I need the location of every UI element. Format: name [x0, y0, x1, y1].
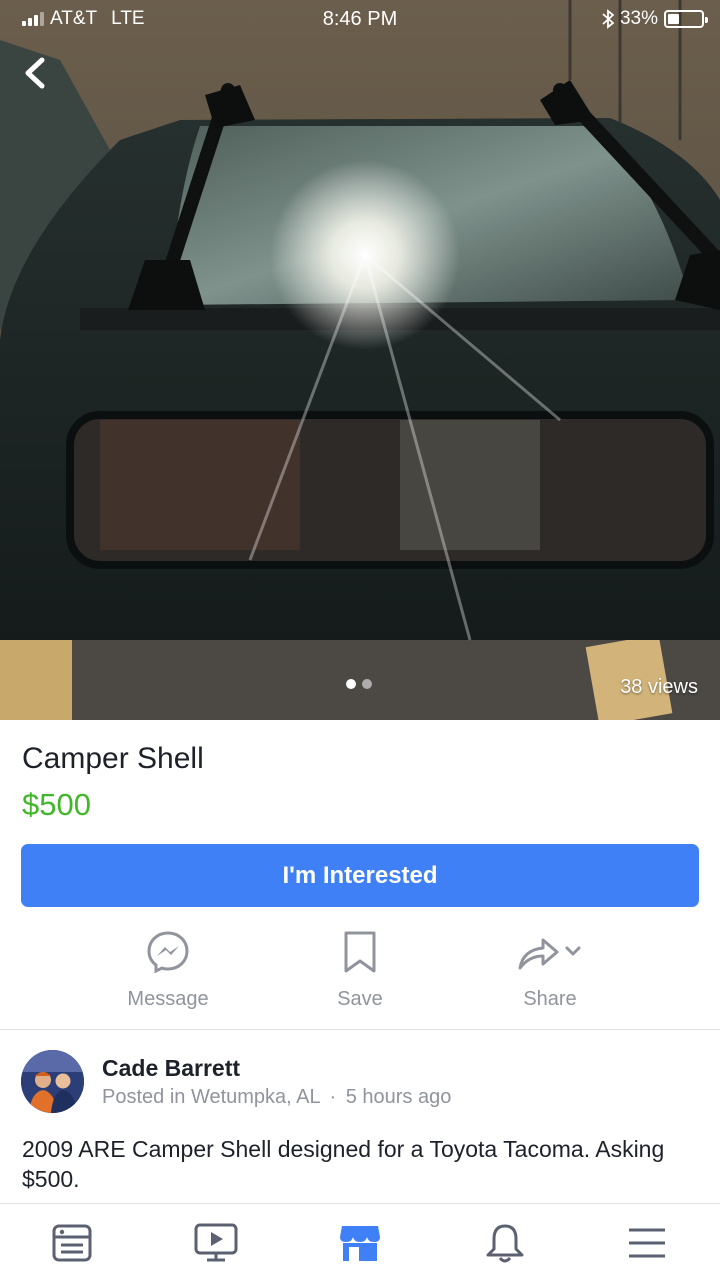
status-bar: AT&T LTE 8:46 PM 33% — [0, 0, 720, 38]
tab-news-feed[interactable] — [47, 1220, 97, 1266]
seller-meta: Posted in Wetumpka, AL · 5 hours ago — [102, 1086, 451, 1109]
share-arrow-icon — [518, 938, 581, 970]
message-label: Message — [127, 988, 209, 1010]
tab-menu[interactable] — [622, 1220, 672, 1266]
bottom-tab-bar — [0, 1203, 720, 1280]
photo-pager[interactable] — [346, 679, 372, 689]
view-count: 38 views — [620, 676, 698, 698]
menu-icon — [629, 1228, 665, 1258]
save-label: Save — [337, 988, 383, 1010]
camper-shell-image — [0, 0, 720, 720]
meta-separator: · — [329, 1086, 337, 1108]
listing-title: Camper Shell — [22, 742, 204, 775]
divider — [0, 1029, 720, 1030]
save-button[interactable]: Save — [280, 930, 440, 1011]
tab-watch[interactable] — [191, 1220, 241, 1266]
tab-marketplace[interactable] — [335, 1220, 385, 1266]
seller-location: Posted in Wetumpka, AL — [102, 1086, 320, 1108]
watch-video-icon — [194, 1223, 238, 1262]
action-row: Message Save Share — [0, 930, 720, 1030]
pager-dot-1[interactable] — [346, 679, 356, 689]
bluetooth-icon — [602, 9, 614, 29]
pager-dot-2[interactable] — [362, 679, 372, 689]
seller-name[interactable]: Cade Barrett — [102, 1055, 240, 1082]
battery-icon — [664, 10, 708, 28]
avatar-photo — [21, 1050, 84, 1113]
posted-time: 5 hours ago — [345, 1086, 452, 1108]
listing-price: $500 — [22, 787, 91, 822]
interested-button[interactable]: I'm Interested — [21, 844, 699, 907]
tab-notifications[interactable] — [480, 1220, 530, 1266]
message-button[interactable]: Message — [88, 930, 248, 1011]
bookmark-icon — [344, 931, 376, 973]
marketplace-icon — [340, 1226, 380, 1261]
battery-percent: 33% — [619, 8, 658, 29]
seller-avatar[interactable] — [21, 1050, 84, 1113]
listing-photo[interactable]: AT&T LTE 8:46 PM 33% 38 views — [0, 0, 720, 720]
listing-description: 2009 ARE Camper Shell designed for a Toy… — [22, 1136, 665, 1192]
share-label: Share — [523, 988, 577, 1010]
share-button[interactable]: Share — [470, 930, 630, 1011]
back-arrow-icon[interactable] — [18, 54, 52, 92]
notifications-bell-icon — [486, 1224, 524, 1263]
messenger-icon — [147, 931, 189, 974]
news-feed-icon — [52, 1224, 92, 1262]
